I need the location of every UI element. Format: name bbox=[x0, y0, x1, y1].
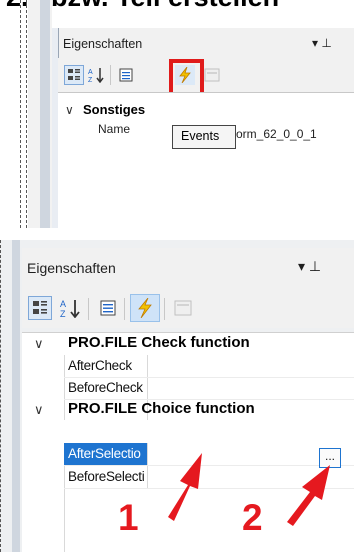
arrow-2-icon bbox=[287, 465, 330, 526]
annotation-arrows bbox=[168, 453, 330, 526]
annotation-label-2: 2 bbox=[242, 497, 263, 538]
annotation-label-1: 1 bbox=[118, 497, 139, 538]
arrow-1-icon bbox=[168, 453, 202, 521]
